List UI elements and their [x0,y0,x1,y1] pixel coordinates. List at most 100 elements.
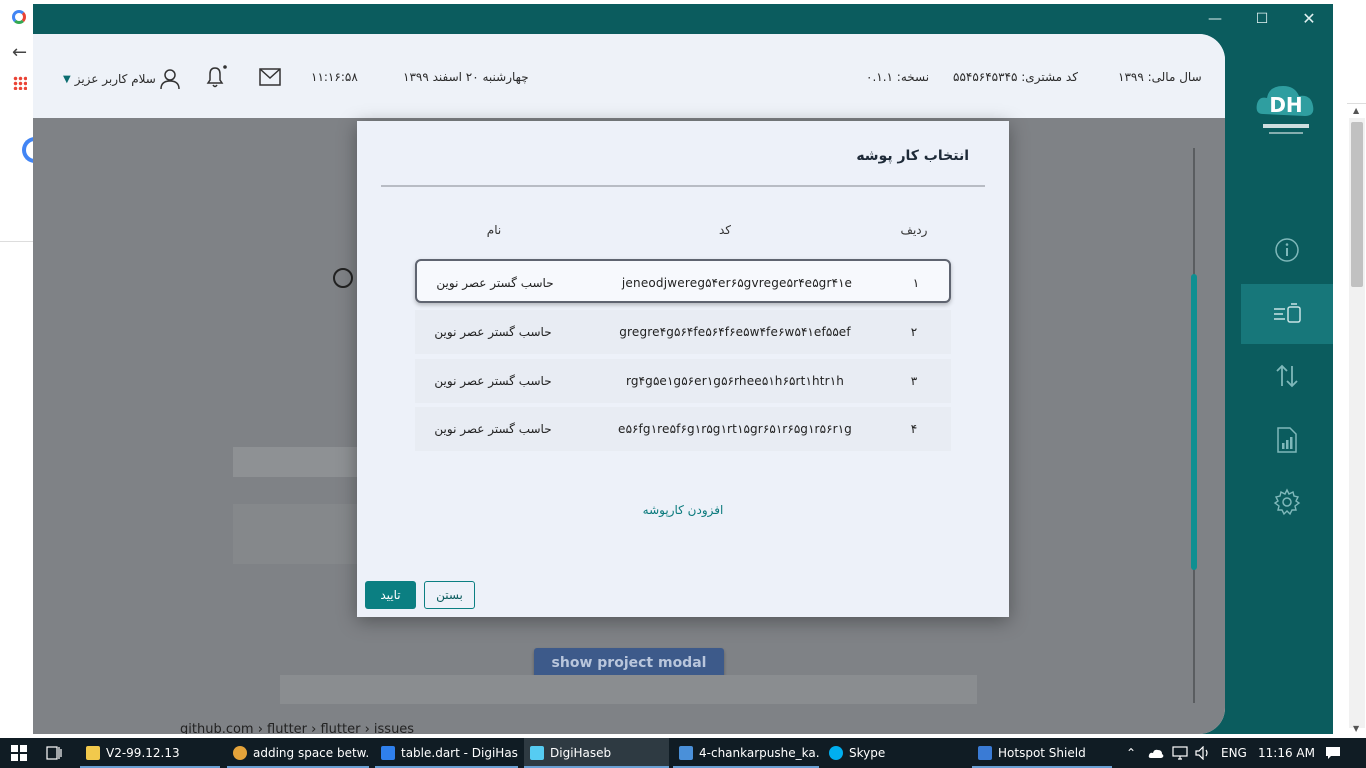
modal-divider [381,185,985,187]
svg-text:DH: DH [1269,93,1302,117]
user-menu[interactable]: ▼ سلام کاربر عزیز [63,68,180,90]
browser-chrome-right: ▲ ▼ [1333,0,1366,740]
top-bar: سال مالی: ۱۳۹۹ کد مشتری: ۵۵۴۵۶۴۵۳۴۵ نسخه… [33,34,1225,118]
chrome-icon [233,746,247,760]
content-footer-box [280,675,977,704]
nav-sort[interactable] [1241,346,1333,406]
table-row[interactable]: ۴ e۵۶fg۱re۵f۶g۱r۵g۱rt۱۵gr۶۵۱r۶۵g۱r۵۶r۱g … [415,407,951,451]
skype-icon [829,746,843,760]
check-circle-icon [333,268,353,288]
taskbar-app-label: V2-99.12.13 [106,746,180,760]
add-workfolder-link[interactable]: افزودن کارپوشه [357,503,1009,517]
tray-chevron-up-icon[interactable]: ⌃ [1126,738,1136,768]
nav-settings[interactable] [1241,472,1333,532]
current-date: چهارشنبه ۲۰ اسفند ۱۳۹۹ [403,70,529,84]
taskbar-app[interactable]: DigiHaseb [524,738,669,768]
info-icon [1275,238,1299,262]
taskbar-app-label: table.dart - DigiHas... [401,746,518,760]
table-row[interactable]: ۱ jeneodjwereg۵۴er۶۵gvrege۵r۴e۵gr۴۱e حاس… [415,259,951,303]
cell-code: e۵۶fg۱re۵f۶g۱r۵g۱rt۱۵gr۶۵۱r۶۵g۱r۵۶r۱g [618,422,852,436]
mail-icon[interactable] [259,68,281,86]
taskbar-clock[interactable]: 11:16 AM [1258,738,1315,768]
taskbar-app-label: adding space betw... [253,746,369,760]
cell-radif: ۳ [910,374,918,388]
digihaseb-logo-icon: DH [1256,86,1314,134]
cell-name: حاسب گستر عصر نوین [434,422,552,436]
money-transfer-icon [1274,303,1301,323]
browser-chrome-left: ← [0,0,40,740]
close-button[interactable]: بستن [424,581,475,609]
taskbar-app[interactable]: Hotspot Shield [972,738,1112,768]
cell-radif: ۴ [910,422,918,436]
current-time: ۱۱:۱۶:۵۸ [311,70,358,84]
network-icon[interactable] [1172,746,1188,760]
user-greeting: سلام کاربر عزیز [74,72,156,86]
cell-radif: ۱ [912,276,920,290]
cell-name: حاسب گستر عصر نوین [434,374,552,388]
title-bar: — ☐ ✕ [33,4,1333,34]
divider [1347,103,1366,104]
cell-code: jeneodjwereg۵۴er۶۵gvrege۵r۴e۵gr۴۱e [621,276,853,290]
taskbar-app-label: 4-chankarpushe_ka... [699,746,819,760]
column-header-name: نام [486,223,502,237]
confirm-button[interactable]: تایید [365,581,416,609]
taskbar-app[interactable]: Skype [823,738,968,768]
vscode-icon [381,746,395,760]
cell-radif: ۲ [910,325,918,339]
taskbar-app-label: Skype [849,746,886,760]
taskbar-app[interactable]: table.dart - DigiHas... [375,738,518,768]
photos-icon [679,746,693,760]
divider [0,241,33,242]
browser-scrollbar-thumb[interactable] [1351,122,1363,287]
sidebar-scrollbar[interactable] [1191,274,1197,570]
report-document-icon [1277,427,1297,453]
taskbar-app-label: Hotspot Shield [998,746,1086,760]
content-block [233,504,363,564]
nav-reports[interactable] [1241,410,1333,470]
notification-bell-icon[interactable] [203,64,229,90]
taskbar-app-label: DigiHaseb [550,746,612,760]
cell-code: rg۴g۵e۱g۵۶er۱g۵۶rhee۵۱h۶۵rt۱htr۱h [625,374,845,388]
maximize-button[interactable]: ☐ [1252,10,1272,28]
scroll-up-icon[interactable]: ▲ [1353,106,1359,115]
google-icon [12,10,26,24]
table-row[interactable]: ۲ gregre۴g۵۶۴fe۵۶۴f۶e۵w۴fe۶w۵۴۱ef۵۵ef حا… [415,310,951,354]
fiscal-year: سال مالی: ۱۳۹۹ [1118,70,1202,84]
column-header-radif: ردیف [900,223,928,237]
cell-name: حاسب گستر عصر نوین [436,276,554,290]
language-indicator[interactable]: ENG [1221,738,1247,768]
onedrive-cloud-icon[interactable] [1148,747,1164,759]
taskbar-app[interactable]: adding space betw... [227,738,369,768]
notification-center-icon[interactable] [1325,746,1341,760]
customer-code: کد مشتری: ۵۵۴۵۶۴۵۳۴۵ [953,70,1078,84]
select-workfolder-modal: انتخاب کار پوشه ردیف کد نام ۱ jeneodjwer… [357,121,1009,617]
folder-icon [86,746,100,760]
taskbar-app[interactable]: 4-chankarpushe_ka... [673,738,819,768]
task-view-icon[interactable] [45,744,63,762]
volume-icon[interactable] [1195,746,1211,760]
show-project-modal-button[interactable]: show project modal table [534,648,724,701]
user-icon [160,69,180,90]
cell-code: gregre۴g۵۶۴fe۵۶۴f۶e۵w۴fe۶w۵۴۱ef۵۵ef [619,325,851,339]
close-window-button[interactable]: ✕ [1299,10,1319,28]
gear-icon [1273,488,1301,516]
side-navigation: DH [1225,34,1333,734]
chevron-down-icon[interactable]: ▼ [63,74,71,85]
flutter-icon [530,746,544,760]
windows-start-icon[interactable] [11,745,27,761]
modal-title: انتخاب کار پوشه [856,148,969,164]
windows-taskbar: V2-99.12.13 adding space betw... table.d… [0,738,1366,768]
column-header-code: کد [718,223,731,237]
shield-icon [978,746,992,760]
table-row[interactable]: ۳ rg۴g۵e۱g۵۶er۱g۵۶rhee۵۱h۶۵rt۱htr۱h حاسب… [415,359,951,403]
nav-info[interactable] [1241,220,1333,280]
nav-transfer[interactable] [1241,284,1333,344]
scroll-down-icon[interactable]: ▼ [1353,724,1359,733]
apps-grid-icon[interactable] [13,76,27,90]
cell-name: حاسب گستر عصر نوین [434,325,552,339]
back-arrow-icon[interactable]: ← [12,42,27,63]
minimize-button[interactable]: — [1205,10,1225,28]
app-version: نسخه: ۰.۱.۱ [866,70,930,84]
breadcrumb: github.com › flutter › flutter › issues [180,722,415,734]
taskbar-app[interactable]: V2-99.12.13 [80,738,220,768]
